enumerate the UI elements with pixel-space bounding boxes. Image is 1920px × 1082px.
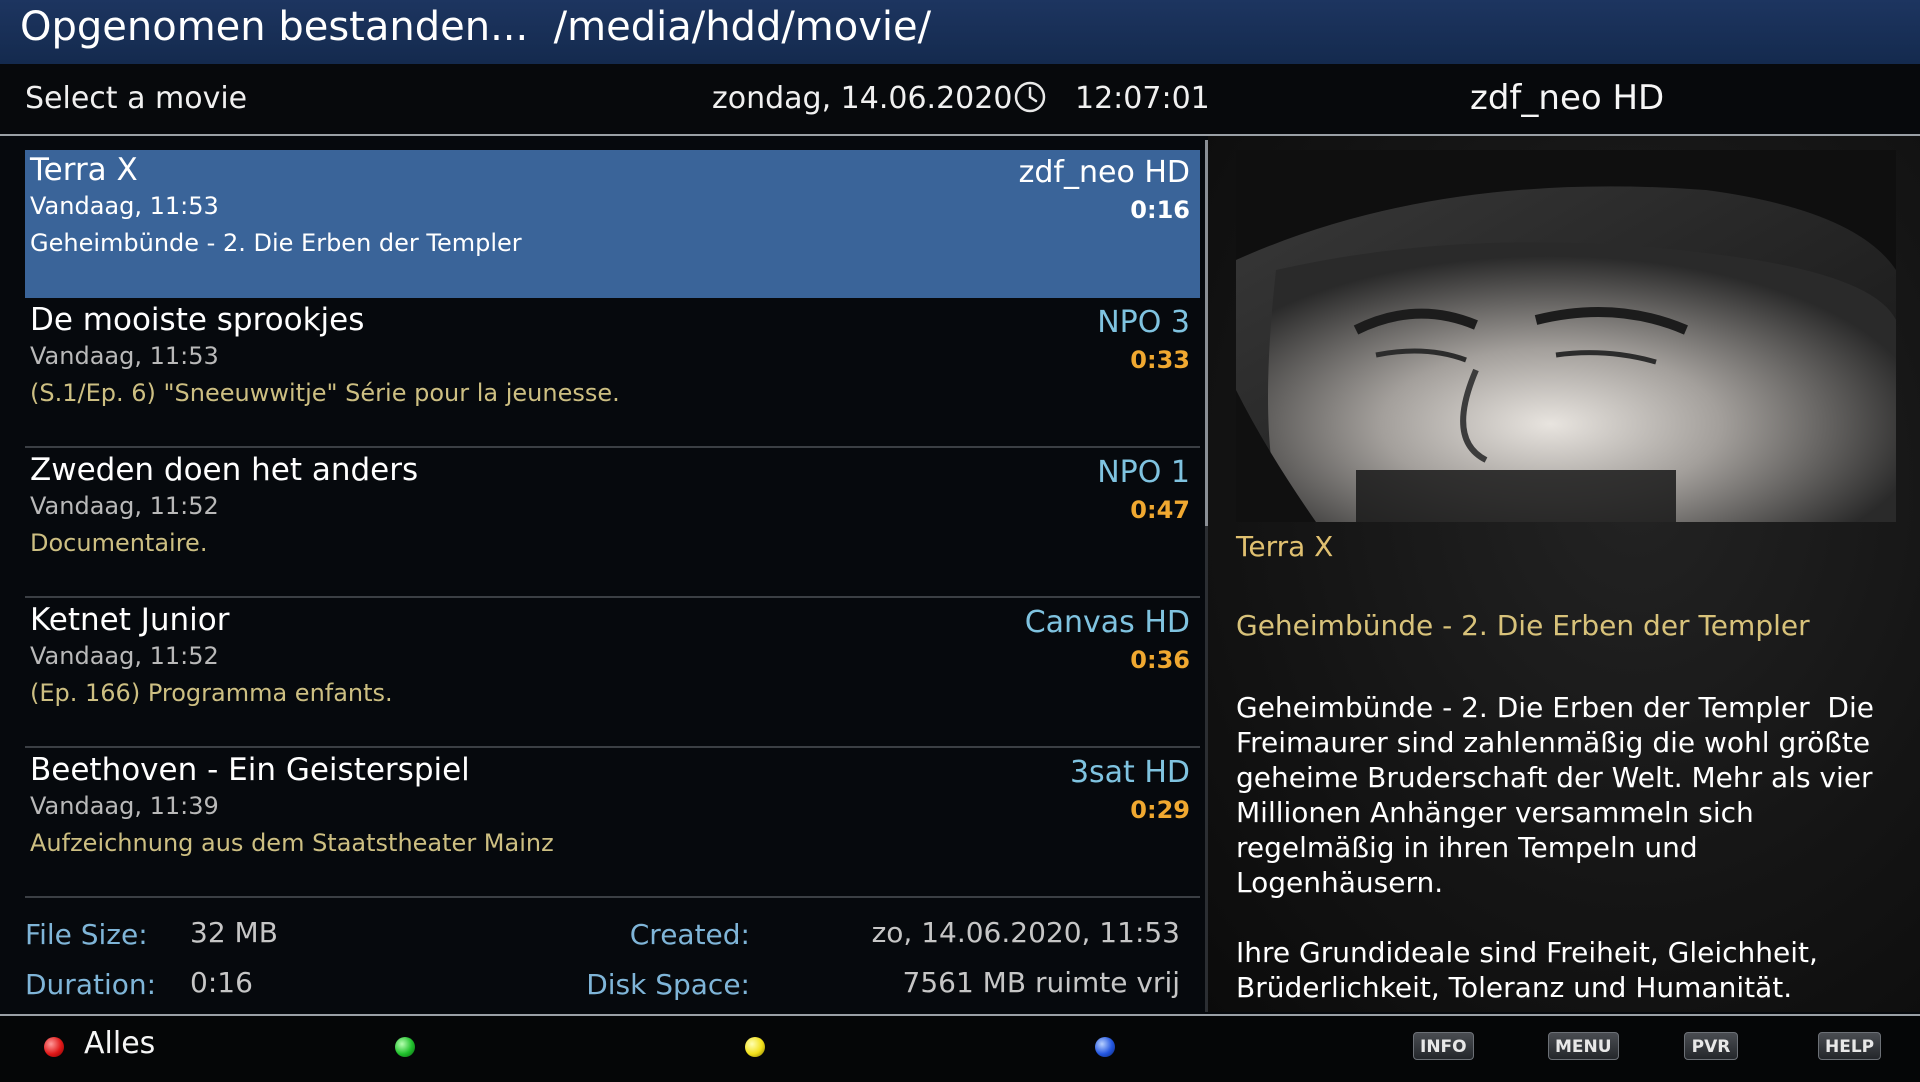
movie-duration: 0:47 <box>1130 496 1190 524</box>
help-key-button[interactable]: HELP <box>1818 1032 1882 1060</box>
movie-date: Vandaag, 11:52 <box>30 492 219 520</box>
red-button-icon[interactable] <box>44 1037 64 1057</box>
details-panel: Terra X Geheimbünde - 2. Die Erben der T… <box>1208 136 1920 1012</box>
movie-description: (S.1/Ep. 6) "Sneeuwwitje" Série pour la … <box>30 379 620 407</box>
movie-duration: 0:29 <box>1130 796 1190 824</box>
list-separator <box>25 746 1200 748</box>
menu-key-button[interactable]: MENU <box>1548 1032 1619 1060</box>
created-value: zo, 14.06.2020, 11:53 <box>871 916 1180 949</box>
file-size-value: 32 MB <box>190 916 278 949</box>
movie-list-item[interactable]: Beethoven - Ein Geisterspiel Vandaag, 11… <box>25 750 1200 898</box>
detail-title: Terra X <box>1236 530 1334 563</box>
window-title-bar: Opgenomen bestanden... /media/hdd/movie/ <box>0 0 1920 64</box>
movie-title: Ketnet Junior <box>30 602 230 638</box>
created-label: Created: <box>629 918 750 951</box>
movie-list-item[interactable]: Zweden doen het anders Vandaag, 11:52 Do… <box>25 450 1200 598</box>
detail-description-paragraph: Ihre Grundideale sind Freiheit, Gleichhe… <box>1236 936 1827 1004</box>
movie-title: Zweden doen het anders <box>30 452 419 488</box>
red-button-label[interactable]: Alles <box>84 1026 155 1061</box>
movie-description: Aufzeichnung aus dem Staatstheater Mainz <box>30 829 554 857</box>
file-size-label: File Size: <box>25 918 148 951</box>
duration-label: Duration: <box>25 968 157 1001</box>
movie-list-item[interactable]: Ketnet Junior Vandaag, 11:52 (Ep. 166) P… <box>25 600 1200 748</box>
info-bar: Select a movie zondag, 14.06.2020 12:07:… <box>0 64 1920 136</box>
movie-channel: Canvas HD <box>1024 605 1190 640</box>
button-bar: Alles INFO MENU PVR HELP <box>0 1014 1920 1082</box>
window-title: Opgenomen bestanden... /media/hdd/movie/ <box>20 4 932 50</box>
movie-date: Vandaag, 11:53 <box>30 342 219 370</box>
screen-subtitle: Select a movie <box>25 81 248 116</box>
movie-description: (Ep. 166) Programma enfants. <box>30 679 393 707</box>
detail-subtitle: Geheimbünde - 2. Die Erben der Templer <box>1236 609 1810 642</box>
movie-date: Vandaag, 11:53 <box>30 192 219 220</box>
movie-date: Vandaag, 11:52 <box>30 642 219 670</box>
movie-poster-image <box>1236 150 1896 522</box>
movie-list-item[interactable]: De mooiste sprookjes Vandaag, 11:53 (S.1… <box>25 300 1200 448</box>
movie-channel: zdf_neo HD <box>1018 155 1190 190</box>
movie-duration: 0:16 <box>1130 196 1190 224</box>
blue-button-icon[interactable] <box>1095 1037 1115 1057</box>
current-time: 12:07:01 <box>1075 81 1210 116</box>
movie-channel: 3sat HD <box>1069 755 1190 790</box>
list-separator <box>25 596 1200 598</box>
movie-title: Terra X <box>30 152 138 188</box>
clock-icon <box>1014 81 1046 113</box>
movie-list-item[interactable]: Terra X Vandaag, 11:53 Geheimbünde - 2. … <box>25 150 1200 298</box>
movie-date: Vandaag, 11:39 <box>30 792 219 820</box>
movie-duration: 0:33 <box>1130 346 1190 374</box>
disk-space-value: 7561 MB ruimte vrij <box>902 966 1180 999</box>
detail-description-paragraph: Geheimbünde - 2. Die Erben der Templer D… <box>1236 691 1883 899</box>
movie-channel: NPO 3 <box>1097 305 1190 340</box>
movie-title: De mooiste sprookjes <box>30 302 365 338</box>
movie-title: Beethoven - Ein Geisterspiel <box>30 752 470 788</box>
current-date: zondag, 14.06.2020 <box>712 81 1013 116</box>
yellow-button-icon[interactable] <box>745 1037 765 1057</box>
movie-channel: NPO 1 <box>1097 455 1190 490</box>
list-separator <box>25 896 1200 898</box>
info-key-button[interactable]: INFO <box>1413 1032 1474 1060</box>
pvr-key-button[interactable]: PVR <box>1684 1032 1738 1060</box>
disk-space-label: Disk Space: <box>586 968 750 1001</box>
current-channel: zdf_neo HD <box>1470 78 1665 118</box>
duration-value: 0:16 <box>190 966 253 999</box>
detail-description: Geheimbünde - 2. Die Erben der Templer D… <box>1236 690 1911 1012</box>
green-button-icon[interactable] <box>395 1037 415 1057</box>
movie-description: Documentaire. <box>30 529 208 557</box>
list-separator <box>25 446 1200 448</box>
file-info-panel: File Size: 32 MB Duration: 0:16 Created:… <box>25 912 1185 1012</box>
poster-illustration <box>1236 150 1896 522</box>
movie-description: Geheimbünde - 2. Die Erben der Templer <box>30 229 522 257</box>
movie-duration: 0:36 <box>1130 646 1190 674</box>
movie-list[interactable]: Terra X Vandaag, 11:53 Geheimbünde - 2. … <box>25 150 1200 900</box>
